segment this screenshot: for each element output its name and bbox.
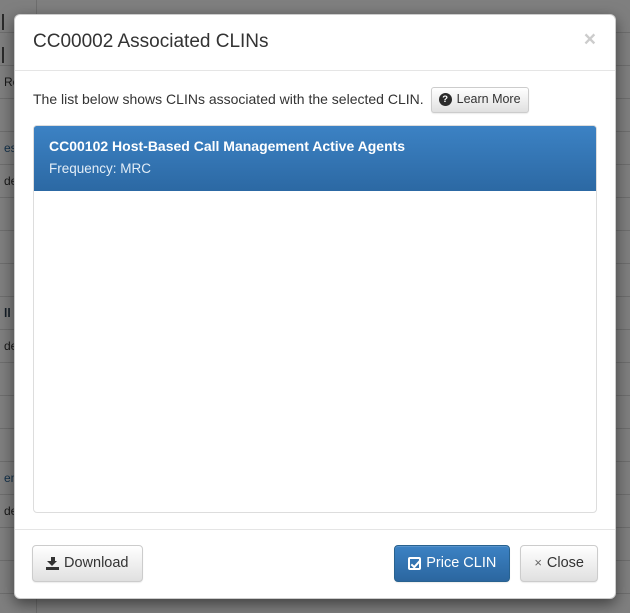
footer-actions: Price CLIN × Close <box>394 545 598 582</box>
intro-text: The list below shows CLINs associated wi… <box>33 90 424 107</box>
list-item-title: CC00102 Host-Based Call Management Activ… <box>49 137 406 154</box>
close-label: Close <box>546 555 584 572</box>
check-square-icon <box>408 557 422 571</box>
close-button[interactable]: × Close <box>520 545 598 582</box>
times-icon: × <box>534 555 542 571</box>
price-clin-button[interactable]: Price CLIN <box>394 545 511 582</box>
associated-clins-list[interactable]: CC00102 Host-Based Call Management Activ… <box>33 124 597 514</box>
question-circle-icon: ? <box>438 92 452 106</box>
learn-more-label: Learn More <box>456 91 521 106</box>
modal-body: The list below shows CLINs associated wi… <box>15 71 615 529</box>
modal-header: CC00002 Associated CLINs × <box>15 15 615 71</box>
price-clin-label: Price CLIN <box>426 555 497 572</box>
download-button[interactable]: Download <box>32 545 143 582</box>
close-x-icon[interactable]: × <box>580 27 600 52</box>
modal-title: CC00002 Associated CLINs <box>33 31 269 52</box>
learn-more-button[interactable]: ? Learn More <box>430 86 529 113</box>
list-item[interactable]: CC00102 Host-Based Call Management Activ… <box>34 125 596 191</box>
download-icon <box>46 557 59 571</box>
list-item-subtitle: Frequency: MRC <box>49 160 152 176</box>
download-label: Download <box>64 555 129 572</box>
associated-clins-modal: CC00002 Associated CLINs × The list belo… <box>14 14 616 599</box>
modal-intro: The list below shows CLINs associated wi… <box>33 86 597 113</box>
modal-footer: Download Price CLIN × Close <box>15 529 615 598</box>
